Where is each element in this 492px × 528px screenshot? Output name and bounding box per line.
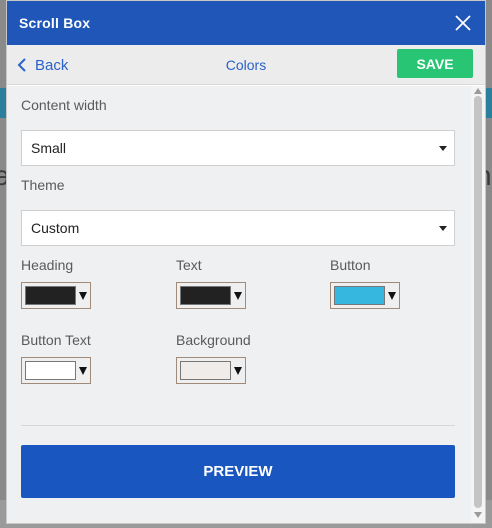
caret-down-icon: [79, 367, 87, 375]
theme-value: Custom: [31, 220, 80, 236]
button-color-swatch: [334, 286, 385, 305]
divider: [21, 425, 455, 426]
button-text-color-label: Button Text: [21, 332, 91, 348]
theme-select[interactable]: Custom: [21, 210, 455, 246]
caret-down-icon: [439, 146, 447, 151]
panel-footer: [7, 497, 471, 523]
theme-label: Theme: [21, 177, 65, 193]
background-color-picker[interactable]: [176, 357, 246, 384]
button-text-color-swatch: [25, 361, 76, 380]
scrollbar[interactable]: [471, 86, 485, 523]
close-button[interactable]: [453, 13, 473, 33]
scroll-box-dialog: Scroll Box Back Colors SAVE Content widt…: [6, 0, 486, 524]
caret-down-icon: [388, 292, 396, 300]
background-color-swatch: [180, 361, 231, 380]
close-icon: [455, 15, 471, 31]
scroll-up-icon[interactable]: [474, 88, 482, 94]
save-button[interactable]: SAVE: [397, 49, 473, 78]
caret-down-icon: [439, 226, 447, 231]
dialog-title: Scroll Box: [19, 15, 91, 31]
background-color-label: Background: [176, 332, 251, 348]
content-width-label: Content width: [21, 97, 107, 113]
text-color-swatch: [180, 286, 231, 305]
content-width-select[interactable]: Small: [21, 130, 455, 166]
button-color-picker[interactable]: [330, 282, 400, 309]
heading-color-picker[interactable]: [21, 282, 91, 309]
caret-down-icon: [79, 292, 87, 300]
colors-panel: Content width Small Theme Custom Heading…: [7, 86, 471, 497]
preview-button[interactable]: PREVIEW: [21, 445, 455, 498]
navigation-bar: Back Colors SAVE: [7, 45, 485, 85]
content-width-value: Small: [31, 140, 67, 156]
text-color-picker[interactable]: [176, 282, 246, 309]
dialog-titlebar: Scroll Box: [7, 1, 485, 45]
text-color-label: Text: [176, 257, 202, 273]
heading-color-label: Heading: [21, 257, 74, 273]
button-color-label: Button: [330, 257, 371, 273]
scrollbar-thumb[interactable]: [474, 96, 482, 508]
caret-down-icon: [234, 292, 242, 300]
button-text-color-picker[interactable]: [21, 357, 91, 384]
caret-down-icon: [234, 367, 242, 375]
heading-color-swatch: [25, 286, 76, 305]
scroll-down-icon[interactable]: [474, 512, 482, 518]
